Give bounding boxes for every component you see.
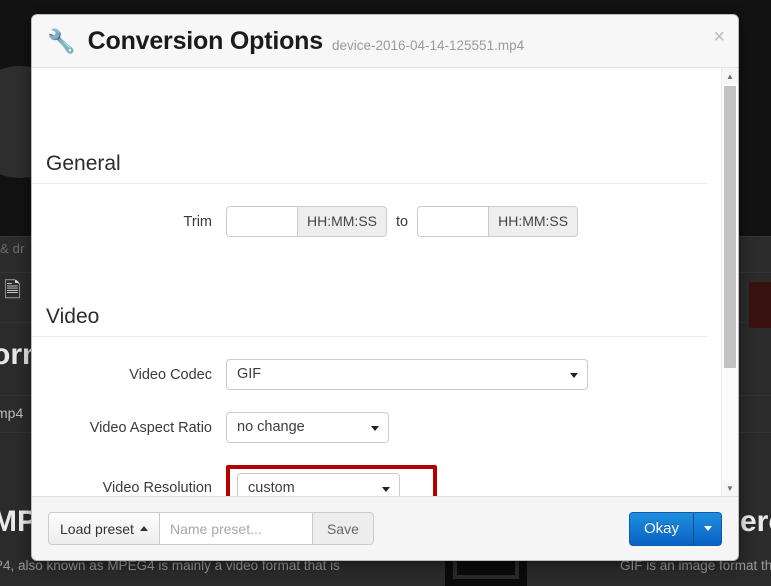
- dialog-body-wrapper: General Trim HH:MM:SS to HH:MM:SS Video: [32, 68, 738, 496]
- dialog-title: Conversion Options: [87, 26, 324, 55]
- background-file-label: mp4: [0, 405, 24, 421]
- background-gif-heading: erc: [740, 505, 771, 538]
- scrollbar-up-arrow-icon[interactable]: ▲: [722, 68, 738, 84]
- add-document-icon: 🗎: [4, 279, 21, 302]
- video-resolution-select[interactable]: custom: [237, 473, 400, 496]
- form-row-video-resolution: Video Resolution custom x: [32, 465, 721, 496]
- form-row-video-codec: Video Codec GIF: [32, 359, 721, 390]
- label-video-aspect-ratio: Video Aspect Ratio: [89, 419, 212, 436]
- label-trim: Trim: [183, 213, 212, 230]
- form-row-video-aspect-ratio: Video Aspect Ratio no change: [32, 412, 721, 443]
- label-video-codec: Video Codec: [129, 366, 212, 383]
- scrollbar-down-arrow-icon[interactable]: ▼: [722, 480, 738, 496]
- trim-separator: to: [396, 213, 409, 230]
- load-preset-label: Load preset: [60, 520, 134, 537]
- wrench-icon: 🔧: [47, 27, 76, 54]
- caret-up-icon: [139, 526, 148, 531]
- dialog-subtitle-filename: device-2016-04-14-125551.mp4: [331, 37, 525, 53]
- video-resolution-group: custom x: [226, 465, 437, 496]
- load-preset-button[interactable]: Load preset: [48, 512, 160, 545]
- chevron-down-icon: [703, 526, 712, 531]
- form-row-trim: Trim HH:MM:SS to HH:MM:SS: [32, 206, 721, 237]
- conversion-options-dialog: 🔧 Conversion Options device-2016-04-14-1…: [31, 14, 739, 561]
- save-preset-button[interactable]: Save: [311, 512, 374, 545]
- preset-name-input[interactable]: [159, 512, 312, 545]
- scrollbar-thumb[interactable]: [724, 86, 736, 368]
- close-icon[interactable]: ×: [713, 27, 725, 47]
- background-drop-text: & dr: [0, 241, 25, 256]
- trim-to-group: HH:MM:SS: [417, 206, 579, 237]
- trim-to-input[interactable]: [417, 206, 489, 237]
- dialog-header: 🔧 Conversion Options device-2016-04-14-1…: [32, 15, 738, 68]
- trim-to-addon: HH:MM:SS: [488, 206, 579, 237]
- video-codec-select[interactable]: GIF: [226, 359, 588, 390]
- label-video-resolution: Video Resolution: [102, 480, 212, 496]
- dialog-scrollbar[interactable]: ▲ ▼: [721, 68, 738, 496]
- preset-controls: Load preset Save: [48, 512, 374, 545]
- trim-from-addon: HH:MM:SS: [297, 206, 387, 237]
- trim-from-input[interactable]: [226, 206, 297, 237]
- okay-split-button: Okay: [628, 511, 722, 546]
- okay-button[interactable]: Okay: [628, 511, 694, 546]
- section-title-video: Video: [32, 305, 707, 337]
- dialog-footer: Load preset Save Okay: [32, 496, 738, 560]
- section-title-general: General: [32, 152, 707, 184]
- trim-from-group: HH:MM:SS: [226, 206, 387, 237]
- okay-dropdown-button[interactable]: [694, 511, 722, 546]
- video-aspect-ratio-select[interactable]: no change: [226, 412, 389, 443]
- dialog-body: General Trim HH:MM:SS to HH:MM:SS Video: [32, 68, 721, 496]
- background-red-chip: [749, 282, 771, 328]
